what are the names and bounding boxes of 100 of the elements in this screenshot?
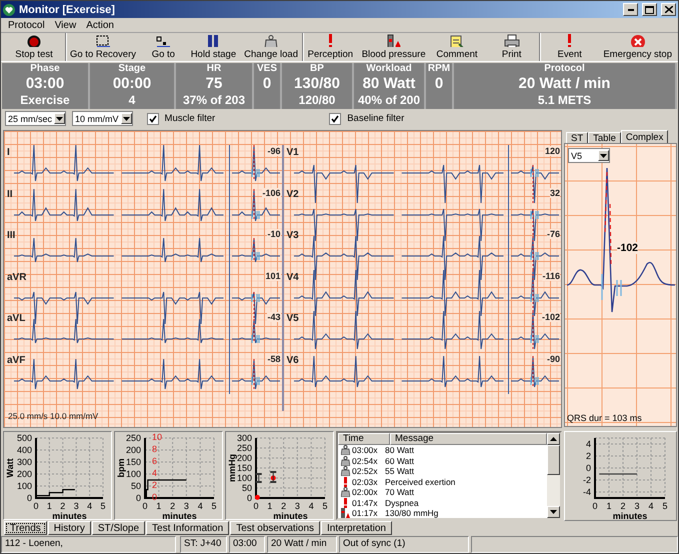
weight-icon [341, 456, 350, 466]
maximize-button[interactable] [642, 3, 657, 16]
menu-item[interactable]: Protocol [4, 20, 49, 30]
checkbox-label: Muscle filter [164, 113, 216, 124]
lead-label: I [7, 147, 10, 158]
tick-label: 400 [16, 445, 32, 455]
tick-label: 5 [662, 501, 667, 511]
speed-select[interactable]: 25 mm/sec [5, 111, 66, 126]
tick-label: 200 [126, 445, 141, 455]
event-row[interactable]: 01:17x 130/80 mmHg [338, 508, 547, 518]
menu-item[interactable]: View [50, 20, 80, 30]
summary-detail: 120/80 [298, 93, 336, 108]
event-time: 02:03x [352, 476, 378, 487]
tick-label: 1 [606, 501, 611, 511]
summary-detail: 4 [128, 93, 136, 108]
tick-label: 4 [308, 501, 314, 511]
tab[interactable]: Test Information [146, 521, 230, 535]
chart-axes [144, 438, 214, 499]
tab[interactable]: Interpretation [321, 521, 392, 535]
status-pane: Out of sync (1) [339, 536, 469, 553]
event-time: 01:17x [352, 508, 378, 518]
axis-label: minutes [162, 511, 197, 520]
close-button[interactable] [661, 3, 676, 16]
averaged-beat-drawing [231, 318, 280, 344]
gain-select[interactable]: 10 mm/mV [72, 111, 133, 126]
st-value: -58 [267, 354, 280, 364]
exclamation-icon [328, 34, 332, 47]
weight-icon [341, 445, 350, 456]
checkbox[interactable] [146, 112, 159, 124]
toolbar-button[interactable]: Hold stage [186, 33, 240, 61]
pressure-gauge-icon [341, 508, 350, 518]
st-value: 120 [544, 146, 560, 156]
averaged-beat-drawing [231, 291, 280, 324]
tick-label: 2 [152, 480, 158, 490]
column-header[interactable]: Message [390, 433, 547, 445]
lead-label: aVR [7, 272, 26, 282]
tab[interactable]: Trends [4, 521, 47, 535]
averaged-beat-drawing [510, 208, 560, 241]
status-pane: 20 Watt / min [267, 536, 337, 553]
tick-label: 0 [34, 501, 38, 511]
tab[interactable]: History [48, 521, 91, 535]
tab[interactable]: ST [566, 132, 588, 144]
tick-label: 200 [16, 469, 32, 479]
event-row[interactable]: 03:00x 80 Watt [338, 445, 547, 456]
scale-text: 25.0 mm/s 10.0 mm/mV [7, 411, 100, 423]
toolbar-button[interactable]: Stop test [3, 33, 65, 61]
tick-label: 500 [16, 433, 32, 443]
tick-label: 0 [592, 501, 597, 511]
minimize-button[interactable] [623, 3, 638, 16]
column-header[interactable]: Time [338, 433, 390, 445]
event-time: 02:54x [352, 456, 378, 466]
checkbox[interactable] [329, 112, 342, 124]
averaged-beat-drawing [510, 355, 560, 387]
data-line [36, 489, 75, 496]
toolbar-button[interactable]: Comment [430, 33, 484, 61]
event-row[interactable]: 02:54x 60 Watt [338, 456, 547, 466]
lead-label: V3 [286, 230, 299, 241]
app-icon [3, 4, 15, 16]
toolbar-button[interactable]: Perception [303, 33, 358, 61]
tick-label: 5 [322, 501, 328, 511]
toolbar-button[interactable]: Print [484, 33, 540, 61]
summary-label: Workload [366, 63, 412, 75]
toolbar-button[interactable]: Emergency stop [599, 33, 676, 61]
weight-icon [341, 466, 350, 476]
status-pane: 112 - Loenen, [1, 536, 176, 553]
tab[interactable]: Test observations [230, 521, 320, 535]
tick-label: 2 [620, 501, 625, 511]
tab[interactable]: Complex [620, 130, 668, 144]
tick-label: 4 [585, 439, 590, 449]
error-bar-line [272, 472, 274, 482]
lead-label: V5 [286, 313, 299, 324]
exclamation-icon [341, 498, 350, 508]
summary-label: VES [256, 63, 277, 75]
pressure-gauge-icon [386, 34, 402, 47]
tick-label: 3 [184, 501, 189, 511]
tick-label: 0 [26, 493, 32, 503]
tick-label: 1 [156, 501, 162, 511]
event-row[interactable]: 01:47x Dyspnea [338, 498, 547, 508]
event-row[interactable]: 02:00x 70 Watt [338, 487, 547, 498]
toolbar-button[interactable]: Go to [140, 33, 187, 61]
toolbar-button[interactable]: Go to Recovery [66, 33, 140, 61]
event-row[interactable]: 02:03x Perceived exertion [338, 476, 547, 487]
toolbar-button[interactable]: Change load [240, 33, 302, 61]
menu-item[interactable]: Action [82, 20, 118, 30]
scrollbar[interactable] [547, 433, 560, 518]
event-message: 55 Watt [385, 466, 415, 476]
chart-axes [255, 438, 325, 499]
averaged-beat-drawing [510, 164, 560, 204]
st-value: -102 [542, 312, 560, 322]
toolbar-button[interactable]: Event [540, 33, 600, 61]
tick-label: 4 [87, 501, 92, 511]
tab[interactable]: ST/Slope [92, 521, 146, 535]
tab[interactable]: Table [588, 132, 621, 144]
lead-select[interactable]: V5 [568, 148, 610, 163]
minimize-icon [628, 8, 634, 10]
event-row[interactable]: 02:52x 55 Watt [338, 466, 547, 476]
toolbar-button[interactable]: Blood pressure [358, 33, 430, 61]
stop-icon [630, 34, 646, 47]
tick-label: 100 [126, 469, 141, 479]
event-message: 130/80 mmHg [385, 508, 440, 518]
